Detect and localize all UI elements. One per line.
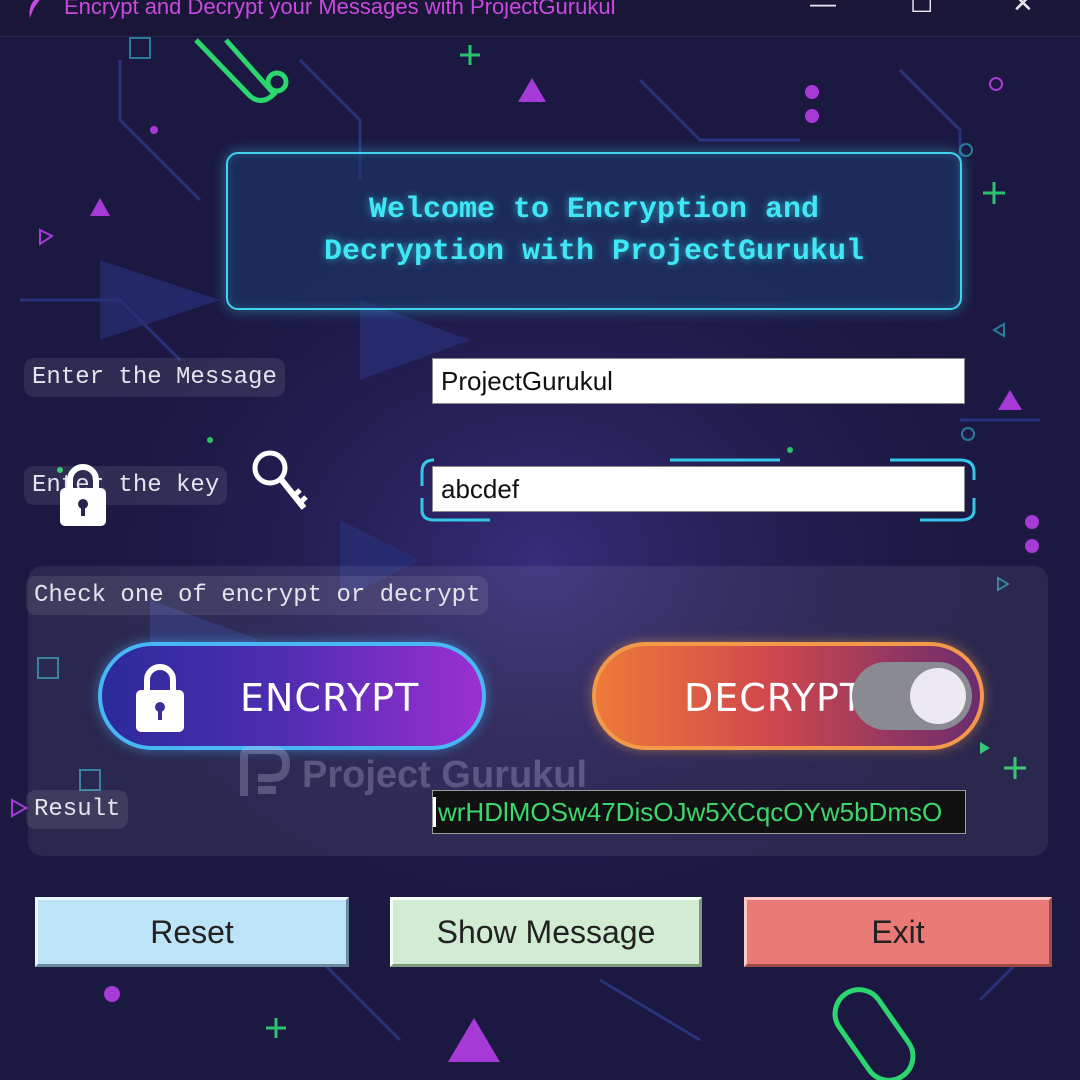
key-label: Enter the key <box>24 466 228 505</box>
toggle-switch-icon[interactable] <box>852 662 972 730</box>
welcome-line-1: Welcome to Encryption and <box>368 193 820 227</box>
minimize-button[interactable]: — <box>810 0 836 16</box>
result-output[interactable]: wrHDlMOSw47DisOJw5XCqcOYw5bDmsO <box>432 790 966 834</box>
check-label: Check one of encrypt or decrypt <box>26 576 489 615</box>
maximize-button[interactable]: ☐ <box>910 0 933 16</box>
result-value: wrHDlMOSw47DisOJw5XCqcOYw5bDmsO <box>438 796 943 827</box>
text-cursor <box>433 797 436 827</box>
window-titlebar: Encrypt and Decrypt your Messages with P… <box>0 0 1080 37</box>
padlock-icon <box>136 664 184 732</box>
result-label: Result <box>26 790 129 829</box>
gurukul-logo-icon <box>240 746 291 796</box>
welcome-text: Welcome to Encryption and Decryption wit… <box>254 189 934 273</box>
exit-button[interactable]: Exit <box>744 897 1052 967</box>
message-label: Enter the Message <box>24 358 285 397</box>
key-icon <box>252 450 308 510</box>
toggle-knob <box>910 668 966 724</box>
reset-button[interactable]: Reset <box>35 897 349 967</box>
encrypt-label: ENCRYPT <box>240 676 420 720</box>
key-input[interactable]: abcdef <box>432 466 965 512</box>
decrypt-button[interactable]: DECRYPT <box>592 642 984 750</box>
decrypt-label: DECRYPT <box>684 676 865 720</box>
welcome-line-2: Decryption with ProjectGurukul <box>323 235 865 269</box>
window-title: Encrypt and Decrypt your Messages with P… <box>64 0 616 19</box>
encrypt-button[interactable]: ENCRYPT <box>98 642 486 750</box>
close-button[interactable]: ✕ <box>1012 0 1034 16</box>
app-feather-icon <box>29 0 40 18</box>
welcome-banner: Welcome to Encryption and Decryption wit… <box>226 152 962 310</box>
message-input[interactable]: ProjectGurukul <box>432 358 965 404</box>
show-message-button[interactable]: Show Message <box>390 897 702 967</box>
padlock-icon <box>60 464 106 526</box>
